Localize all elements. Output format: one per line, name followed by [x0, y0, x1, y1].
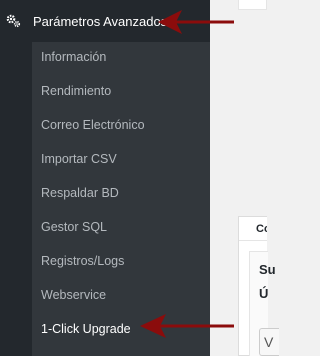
panel-header: Co: [239, 217, 267, 241]
upgrade-panel: Co Su Ú V: [238, 216, 279, 356]
content-top-box: [238, 0, 267, 10]
annotation-arrow-header: [158, 10, 234, 34]
submenu-item-rendimiento[interactable]: Rendimiento: [41, 81, 111, 101]
menu-header-label: Parámetros Avanzados: [33, 14, 168, 29]
cogs-icon: [4, 12, 22, 30]
submenu: Información Rendimiento Correo Electróni…: [32, 42, 210, 356]
panel-line-2: Ú: [259, 286, 269, 301]
submenu-item-webservice[interactable]: Webservice: [41, 285, 106, 305]
panel-inner-box: Su Ú V: [249, 251, 279, 356]
submenu-item-importar-csv[interactable]: Importar CSV: [41, 149, 117, 169]
submenu-item-registros-logs[interactable]: Registros/Logs: [41, 251, 124, 271]
submenu-item-respaldar-bd[interactable]: Respaldar BD: [41, 183, 119, 203]
panel-button[interactable]: V: [259, 328, 279, 356]
submenu-item-correo[interactable]: Correo Electrónico: [41, 115, 145, 135]
panel-line-1: Su: [259, 262, 276, 277]
sidebar-rail: [0, 42, 32, 356]
submenu-item-1-click-upgrade[interactable]: 1-Click Upgrade: [41, 319, 131, 339]
submenu-item-gestor-sql[interactable]: Gestor SQL: [41, 217, 107, 237]
annotation-arrow-upgrade: [140, 314, 234, 338]
submenu-item-informacion[interactable]: Información: [41, 47, 106, 67]
